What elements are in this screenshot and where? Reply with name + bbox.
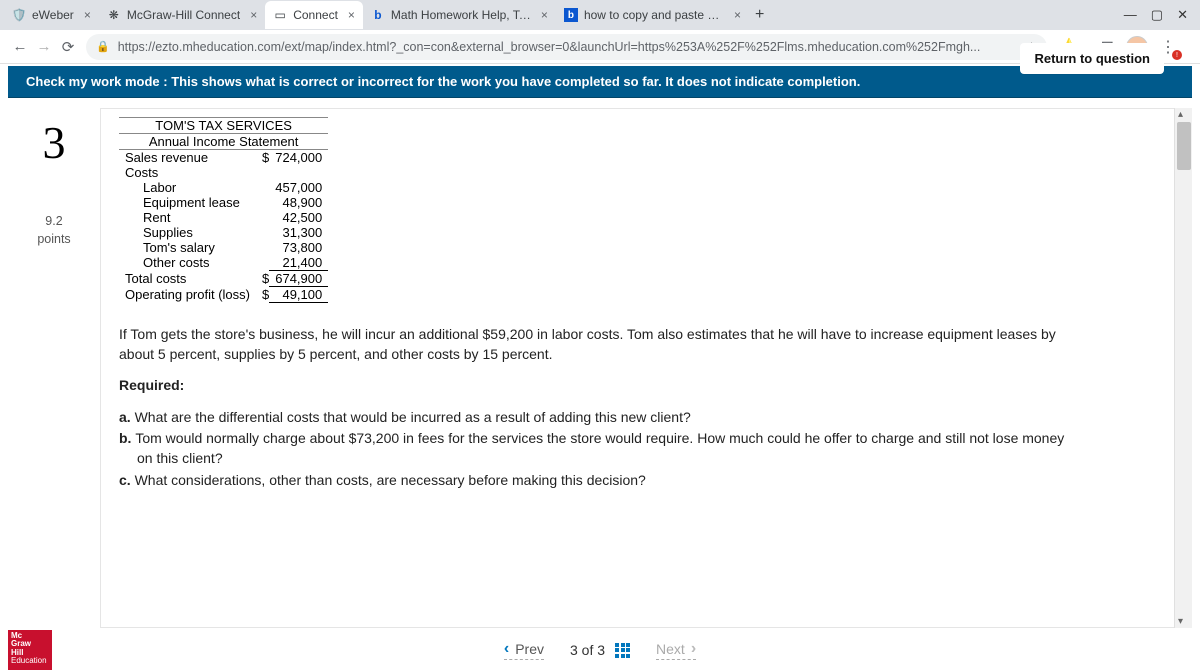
row-label: Labor bbox=[119, 180, 256, 195]
row-label: Equipment lease bbox=[119, 195, 256, 210]
stmt-subtitle: Annual Income Statement bbox=[119, 134, 328, 150]
row-label: Other costs bbox=[119, 255, 256, 271]
footer-nav: McGrawHillEducation ‹Prev 3 of 3 Next› bbox=[0, 628, 1200, 672]
required-label: Required: bbox=[119, 376, 1079, 396]
url-text: https://ezto.mheducation.com/ext/map/ind… bbox=[118, 40, 981, 54]
question-c: c. What considerations, other than costs… bbox=[119, 471, 1079, 491]
maximize-icon[interactable]: ▢ bbox=[1151, 7, 1163, 23]
row-value: 457,000 bbox=[269, 180, 328, 195]
row-label: Operating profit (loss) bbox=[119, 287, 256, 303]
chevron-left-icon: ‹ bbox=[504, 640, 509, 658]
forward-button[interactable]: → bbox=[32, 38, 56, 55]
pager-text: 3 of 3 bbox=[570, 642, 605, 658]
publisher-logo: McGrawHillEducation bbox=[8, 630, 52, 670]
row-label: Sales revenue bbox=[119, 150, 256, 166]
close-icon[interactable]: × bbox=[348, 8, 355, 22]
tab-title: McGraw-Hill Connect bbox=[127, 8, 240, 22]
b-icon: b bbox=[371, 8, 385, 22]
question-sidebar: 3 9.2 points bbox=[8, 108, 100, 628]
income-statement: TOM'S TAX SERVICES Annual Income Stateme… bbox=[119, 117, 328, 303]
minimize-icon[interactable]: — bbox=[1124, 7, 1137, 23]
row-value: 49,100 bbox=[269, 287, 328, 303]
tab-title: how to copy and paste on keybo bbox=[584, 8, 724, 22]
scenario-text: If Tom gets the store's business, he wil… bbox=[119, 325, 1079, 364]
question-a: a. What are the differential costs that … bbox=[119, 408, 1079, 428]
row-value: 21,400 bbox=[269, 255, 328, 271]
row-value: 674,900 bbox=[269, 271, 328, 287]
tab-title: Connect bbox=[293, 8, 338, 22]
close-window-icon[interactable]: ✕ bbox=[1177, 7, 1188, 23]
tab-howto[interactable]: b how to copy and paste on keybo × bbox=[556, 1, 749, 29]
row-value: 48,900 bbox=[269, 195, 328, 210]
tab-eweber[interactable]: 🛡️ eWeber × bbox=[4, 1, 99, 29]
next-button[interactable]: Next› bbox=[656, 640, 696, 660]
tab-strip: 🛡️ eWeber × ❋ McGraw-Hill Connect × ▭ Co… bbox=[0, 0, 1200, 30]
scroll-down-icon[interactable]: ▾ bbox=[1178, 616, 1183, 627]
chevron-right-icon: › bbox=[691, 640, 696, 658]
question-b: b. Tom would normally charge about $73,2… bbox=[119, 429, 1079, 468]
close-icon[interactable]: × bbox=[84, 8, 91, 22]
row-value: 724,000 bbox=[269, 150, 328, 166]
stmt-title: TOM'S TAX SERVICES bbox=[119, 118, 328, 134]
doc-icon: ▭ bbox=[273, 8, 287, 22]
back-button[interactable]: ← bbox=[8, 38, 32, 55]
new-tab-button[interactable]: + bbox=[749, 6, 770, 24]
url-input[interactable]: 🔒 https://ezto.mheducation.com/ext/map/i… bbox=[86, 34, 1047, 60]
tab-title: eWeber bbox=[32, 8, 74, 22]
tab-math[interactable]: b Math Homework Help, Textbook × bbox=[363, 1, 556, 29]
reload-button[interactable]: ⟳ bbox=[56, 38, 80, 56]
row-value: 31,300 bbox=[269, 225, 328, 240]
tab-mcgraw[interactable]: ❋ McGraw-Hill Connect × bbox=[99, 1, 265, 29]
scroll-thumb[interactable] bbox=[1177, 122, 1191, 170]
close-icon[interactable]: × bbox=[250, 8, 257, 22]
b-box-icon: b bbox=[564, 8, 578, 22]
points-value: 9.2 bbox=[8, 213, 100, 231]
scroll-up-icon[interactable]: ▴ bbox=[1178, 109, 1183, 120]
tab-connect[interactable]: ▭ Connect × bbox=[265, 1, 363, 29]
prev-button[interactable]: ‹Prev bbox=[504, 640, 544, 660]
close-icon[interactable]: × bbox=[734, 8, 741, 22]
lock-icon: 🔒 bbox=[96, 40, 110, 53]
grid-icon[interactable] bbox=[615, 643, 630, 658]
banner-text: Check my work mode : This shows what is … bbox=[26, 74, 860, 89]
row-label: Supplies bbox=[119, 225, 256, 240]
scrollbar[interactable]: ▴ ▾ bbox=[1174, 108, 1192, 628]
row-label: Rent bbox=[119, 210, 256, 225]
close-icon[interactable]: × bbox=[541, 8, 548, 22]
row-value: 73,800 bbox=[269, 240, 328, 255]
points-label: points bbox=[8, 231, 100, 249]
row-label: Tom's salary bbox=[119, 240, 256, 255]
row-label: Total costs bbox=[119, 271, 256, 287]
flower-icon: ❋ bbox=[107, 8, 121, 22]
return-button[interactable]: Return to question bbox=[1020, 43, 1164, 74]
question-number: 3 bbox=[8, 116, 100, 169]
shield-icon: 🛡️ bbox=[12, 8, 26, 22]
tab-title: Math Homework Help, Textbook bbox=[391, 8, 531, 22]
row-label: Costs bbox=[119, 165, 256, 180]
mode-banner: Check my work mode : This shows what is … bbox=[8, 66, 1192, 98]
question-body: TOM'S TAX SERVICES Annual Income Stateme… bbox=[100, 108, 1174, 628]
row-value: 42,500 bbox=[269, 210, 328, 225]
pager: 3 of 3 bbox=[570, 642, 630, 658]
